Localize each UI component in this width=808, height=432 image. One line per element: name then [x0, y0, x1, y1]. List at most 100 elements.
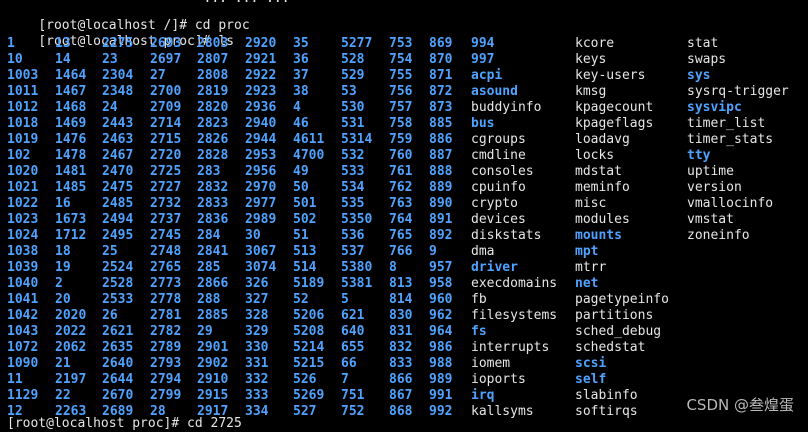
ls-entry-directory: 962 [429, 308, 453, 323]
ls-entry-directory: 2828 [197, 148, 229, 163]
ls-entry-directory: 2866 [197, 276, 229, 291]
ls-entry-directory: 997 [471, 52, 495, 67]
ls-entry-file: kcore [575, 36, 615, 51]
ls-entry-directory: 2819 [197, 84, 229, 99]
ls-entry-directory: 2470 [102, 164, 134, 179]
ls-entry-directory: 2737 [150, 212, 182, 227]
ls-entry-directory: 2725 [150, 164, 182, 179]
ls-entry-directory: 1072 [7, 340, 39, 355]
ls-entry-directory: 2693 [150, 36, 182, 51]
ls-entry-directory: 886 [429, 132, 453, 147]
ls-entry-directory: 30 [245, 228, 261, 243]
ls-entry-directory: 11 [7, 372, 23, 387]
ls-entry-directory: 892 [429, 228, 453, 243]
ls-entry-directory: 1478 [55, 148, 87, 163]
ls-entry-file: uptime [687, 164, 734, 179]
ls-entry-file: softirqs [575, 404, 638, 419]
ls-entry-directory: 766 [389, 244, 413, 259]
ls-entry-directory: 36 [293, 52, 309, 67]
ls-entry-directory: 8 [389, 260, 397, 275]
partial-next-prompt: [root@localhost proc]# cd 2725 [7, 416, 242, 431]
ls-entry-directory: tty [687, 148, 711, 163]
ls-entry-directory: 2832 [197, 180, 229, 195]
ls-entry-directory: net [575, 276, 599, 291]
ls-entry-directory: 870 [429, 52, 453, 67]
ls-entry-directory: 1011 [7, 84, 39, 99]
ls-entry-directory: 873 [429, 100, 453, 115]
ls-entry-directory: 2781 [150, 308, 182, 323]
ls-entry-file: slabinfo [575, 388, 638, 403]
ls-entry-directory: 986 [429, 340, 453, 355]
ls-entry-directory: 533 [341, 164, 365, 179]
ls-entry-directory: 1023 [7, 212, 39, 227]
ls-entry-directory: 2836 [197, 212, 229, 227]
ls-entry-directory: 29 [197, 324, 213, 339]
ls-entry-directory: 2826 [197, 132, 229, 147]
ls-entry-directory: 2748 [150, 244, 182, 259]
ls-entry-directory: 866 [389, 372, 413, 387]
ls-entry-file: cmdline [471, 148, 526, 163]
ls-entry-directory: 2956 [245, 164, 277, 179]
ls-entry-directory: 53 [341, 84, 357, 99]
ls-entry-directory: 2062 [55, 340, 87, 355]
ls-entry-directory: 887 [429, 148, 453, 163]
ls-entry-directory: bus [471, 116, 495, 131]
ls-entry-directory: 2467 [102, 148, 134, 163]
ls-entry-directory: 532 [341, 148, 365, 163]
ls-entry-file: buddyinfo [471, 100, 542, 115]
ls-entry-directory: 514 [293, 260, 317, 275]
ls-entry-directory: 5215 [293, 356, 325, 371]
ls-entry-directory: 760 [389, 148, 413, 163]
ls-entry-directory: 989 [429, 372, 453, 387]
ls-entry-directory: 1022 [7, 196, 39, 211]
ls-entry-directory: 890 [429, 196, 453, 211]
partial-previous-line: ... ... ... [0, 0, 808, 6]
ls-entry-directory: 756 [389, 84, 413, 99]
ls-entry-directory: 655 [341, 340, 365, 355]
ls-entry-directory: 5350 [341, 212, 373, 227]
ls-entry-directory: 958 [429, 276, 453, 291]
ls-entry-directory: 2475 [102, 180, 134, 195]
ls-entry-directory: asound [471, 84, 518, 99]
ls-entry-directory: 1019 [7, 132, 39, 147]
ls-entry-directory: 1469 [55, 116, 87, 131]
ls-entry-directory: sysvipc [687, 100, 742, 115]
ls-entry-file: pagetypeinfo [575, 292, 669, 307]
ls-entry-file: ioports [471, 372, 526, 387]
ls-entry-directory: 2524 [102, 260, 134, 275]
ls-entry-directory: 2970 [245, 180, 277, 195]
ls-entry-file: partitions [575, 308, 654, 323]
ls-entry-file: kpageflags [575, 116, 654, 131]
ls-entry-directory: 1 [7, 36, 15, 51]
ls-entry-directory: 765 [389, 228, 413, 243]
ls-entry-directory: 1712 [55, 228, 87, 243]
ls-entry-directory: 830 [389, 308, 413, 323]
ls-entry-directory: 21 [55, 356, 71, 371]
ls-entry-file: keys [575, 52, 607, 67]
ls-entry-directory: 1038 [7, 244, 39, 259]
ls-entry-directory: 2197 [55, 372, 87, 387]
ls-entry-directory: 7 [341, 372, 349, 387]
ls-entry-directory: 331 [245, 356, 269, 371]
ls-entry-directory: 1467 [55, 84, 87, 99]
ls-entry-directory: 2635 [102, 340, 134, 355]
ls-entry-directory: 1485 [55, 180, 87, 195]
ls-entry-directory: 2808 [197, 68, 229, 83]
ls-entry-directory: 4 [293, 100, 301, 115]
ls-entry-file: filesystems [471, 308, 558, 323]
ls-entry-file: fb [471, 292, 487, 307]
ls-entry-directory: 2644 [102, 372, 134, 387]
ls-entry-directory: 871 [429, 68, 453, 83]
ls-entry-directory: 752 [341, 404, 365, 419]
ls-entry-file: crypto [471, 196, 518, 211]
ls-entry-file: vmstat [687, 212, 734, 227]
ls-entry-directory: 2485 [102, 196, 134, 211]
ls-entry-directory: 2820 [197, 100, 229, 115]
ls-entry-directory: 2533 [102, 292, 134, 307]
ls-entry-directory: 2528 [102, 276, 134, 291]
terminal-window[interactable]: ... ... ... [root@localhost /]# cd proc … [0, 0, 808, 431]
ls-entry-directory: 25 [102, 244, 118, 259]
ls-entry-directory: 326 [245, 276, 269, 291]
ls-entry-file: loadavg [575, 132, 630, 147]
ls-entry-directory: 964 [429, 324, 453, 339]
